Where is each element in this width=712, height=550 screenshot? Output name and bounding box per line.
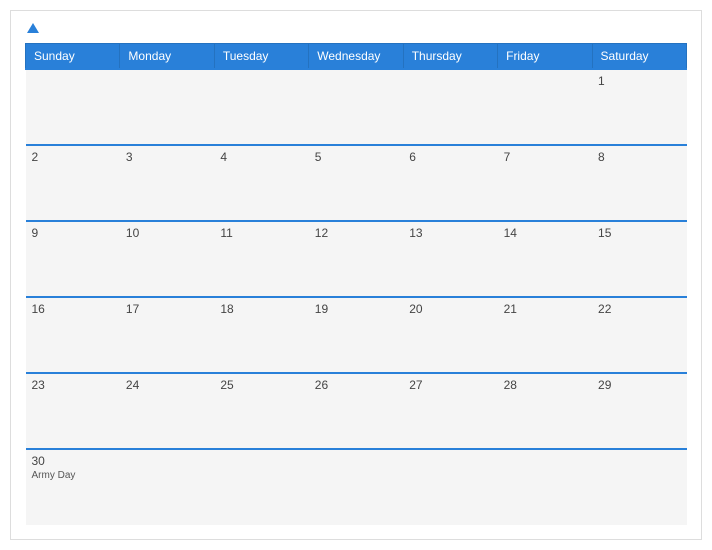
day-number: 5: [315, 150, 397, 164]
day-number: 9: [32, 226, 114, 240]
calendar-table: SundayMondayTuesdayWednesdayThursdayFrid…: [25, 43, 687, 525]
calendar-cell: 28: [498, 373, 592, 449]
weekday-header-row: SundayMondayTuesdayWednesdayThursdayFrid…: [26, 44, 687, 70]
day-number: 17: [126, 302, 208, 316]
calendar-week-row: 2345678: [26, 145, 687, 221]
day-number: 26: [315, 378, 397, 392]
calendar-cell: [403, 449, 497, 525]
calendar-cell: 27: [403, 373, 497, 449]
calendar-week-row: 30 Army Day: [26, 449, 687, 525]
calendar-week-row: 1: [26, 69, 687, 145]
logo-triangle-icon: [27, 23, 39, 33]
calendar-cell: 26: [309, 373, 403, 449]
calendar-cell: 14: [498, 221, 592, 297]
calendar-cell: [403, 69, 497, 145]
day-number: 4: [220, 150, 302, 164]
calendar-cell: 6: [403, 145, 497, 221]
day-number: 11: [220, 226, 302, 240]
day-number: 29: [598, 378, 680, 392]
calendar-week-row: 9 10 11 12 13 14 15: [26, 221, 687, 297]
day-number: 8: [598, 150, 680, 164]
calendar-cell: 15: [592, 221, 686, 297]
day-number: 12: [315, 226, 397, 240]
day-number: 7: [504, 150, 586, 164]
calendar-cell: [26, 69, 120, 145]
day-number: 21: [504, 302, 586, 316]
day-number: 1: [598, 74, 680, 88]
weekday-header-sunday: Sunday: [26, 44, 120, 70]
calendar-cell: 4: [214, 145, 308, 221]
logo: [25, 21, 39, 35]
calendar-cell: 17: [120, 297, 214, 373]
calendar-cell: [592, 449, 686, 525]
calendar-cell: [214, 449, 308, 525]
weekday-header-monday: Monday: [120, 44, 214, 70]
day-number: 19: [315, 302, 397, 316]
calendar-cell: 22: [592, 297, 686, 373]
calendar-cell: [309, 449, 403, 525]
day-number: 25: [220, 378, 302, 392]
calendar-cell: [214, 69, 308, 145]
day-number: 23: [32, 378, 114, 392]
calendar-cell: 23: [26, 373, 120, 449]
day-number: 27: [409, 378, 491, 392]
event-label: Army Day: [32, 470, 114, 481]
logo-blue-text: [25, 21, 39, 35]
day-number: 30: [32, 454, 114, 468]
calendar-cell: 2: [26, 145, 120, 221]
calendar-cell: 7: [498, 145, 592, 221]
calendar-header: [25, 21, 687, 35]
calendar-cell: 5: [309, 145, 403, 221]
day-number: 24: [126, 378, 208, 392]
calendar-week-row: 23 24 25 26 27 28 29: [26, 373, 687, 449]
day-number: 16: [32, 302, 114, 316]
calendar-cell: 24: [120, 373, 214, 449]
calendar-cell: [120, 449, 214, 525]
calendar-cell: 25: [214, 373, 308, 449]
day-number: 10: [126, 226, 208, 240]
calendar-cell: 21: [498, 297, 592, 373]
day-number: 18: [220, 302, 302, 316]
calendar-cell: [120, 69, 214, 145]
weekday-header-friday: Friday: [498, 44, 592, 70]
calendar-cell: 11: [214, 221, 308, 297]
weekday-header-wednesday: Wednesday: [309, 44, 403, 70]
day-number: 3: [126, 150, 208, 164]
day-number: 6: [409, 150, 491, 164]
calendar-cell: 29: [592, 373, 686, 449]
calendar-cell: 30 Army Day: [26, 449, 120, 525]
day-number: 2: [32, 150, 114, 164]
calendar-cell: 10: [120, 221, 214, 297]
calendar: SundayMondayTuesdayWednesdayThursdayFrid…: [10, 10, 702, 540]
calendar-cell: 3: [120, 145, 214, 221]
calendar-week-row: 16 17 18 19 20 21 22: [26, 297, 687, 373]
calendar-cell: [309, 69, 403, 145]
calendar-cell: 12: [309, 221, 403, 297]
day-number: 15: [598, 226, 680, 240]
calendar-cell: 16: [26, 297, 120, 373]
day-number: 14: [504, 226, 586, 240]
calendar-cell: 19: [309, 297, 403, 373]
calendar-cell: 9: [26, 221, 120, 297]
calendar-cell: [498, 69, 592, 145]
calendar-cell: 1: [592, 69, 686, 145]
day-number: 28: [504, 378, 586, 392]
calendar-cell: 18: [214, 297, 308, 373]
weekday-header-tuesday: Tuesday: [214, 44, 308, 70]
calendar-cell: 13: [403, 221, 497, 297]
day-number: 22: [598, 302, 680, 316]
weekday-header-thursday: Thursday: [403, 44, 497, 70]
day-number: 13: [409, 226, 491, 240]
calendar-cell: 20: [403, 297, 497, 373]
calendar-cell: 8: [592, 145, 686, 221]
calendar-cell: [498, 449, 592, 525]
day-number: 20: [409, 302, 491, 316]
weekday-header-saturday: Saturday: [592, 44, 686, 70]
